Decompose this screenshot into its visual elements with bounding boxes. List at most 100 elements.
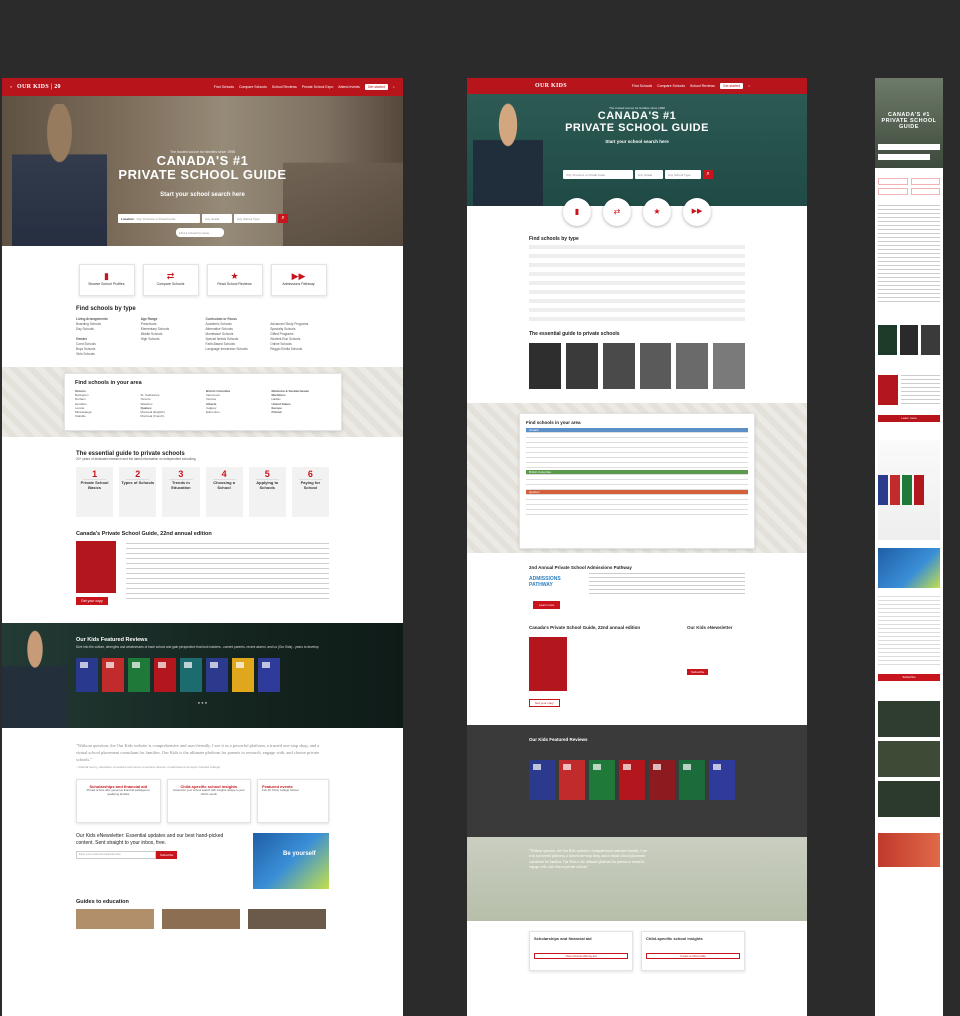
guide-step-tile[interactable] xyxy=(529,343,561,389)
guide-step-tile[interactable] xyxy=(878,325,897,355)
location-input[interactable]: City, Province or Postal Code xyxy=(563,170,633,179)
guide-step-card[interactable]: 4 Choosing a School xyxy=(205,467,243,517)
nav-link-reviews[interactable]: School Reviews xyxy=(690,84,715,88)
type-link[interactable]: High Schools xyxy=(141,337,160,341)
type-link[interactable]: Online Schools xyxy=(270,342,291,346)
get-started-button[interactable]: Get started xyxy=(719,83,744,89)
find-by-name-input[interactable]: Find a school by name xyxy=(176,228,224,237)
mobile-search-box[interactable] xyxy=(878,154,930,160)
get-started-button[interactable]: Get started xyxy=(364,84,389,90)
school-type-select[interactable]: Any School Type xyxy=(234,214,276,223)
mobile-learn-more-button[interactable]: Learn more xyxy=(878,415,940,422)
review-book[interactable] xyxy=(529,760,555,800)
search-icon[interactable]: ⌕ xyxy=(393,85,395,89)
type-link[interactable]: Alternative Schools xyxy=(206,327,233,331)
subscribe-button[interactable]: Subscribe xyxy=(687,669,709,675)
school-type-select[interactable]: Any School Type xyxy=(665,170,701,179)
nav-link-events[interactable]: Attend events xyxy=(338,85,359,89)
type-link[interactable]: Elementary Schools xyxy=(141,327,169,331)
review-book[interactable] xyxy=(890,475,900,505)
review-book[interactable] xyxy=(679,760,705,800)
child-profile-button[interactable]: Create a child profile xyxy=(646,953,740,959)
type-link[interactable]: Girls Schools xyxy=(76,352,95,356)
review-book[interactable] xyxy=(102,657,124,692)
quick-link-circle[interactable]: ▶▶ xyxy=(683,198,711,226)
review-book[interactable] xyxy=(559,760,585,800)
nav-link-compare[interactable]: Compare Schools xyxy=(239,85,267,89)
type-link[interactable]: Gifted Programs xyxy=(270,332,293,336)
review-book[interactable] xyxy=(878,475,888,505)
guide-step-card[interactable]: 2 Types of Schools xyxy=(119,467,157,517)
quick-link-chip[interactable] xyxy=(910,188,940,195)
type-link[interactable]: Language Immersion Schools xyxy=(206,347,248,351)
type-link[interactable]: Montessori Schools xyxy=(206,332,234,336)
get-copy-button[interactable]: Get your copy xyxy=(76,597,108,605)
guide-step-tile[interactable] xyxy=(676,343,709,389)
reviews-carousel[interactable] xyxy=(76,657,403,697)
type-link[interactable]: Coed Schools xyxy=(76,342,96,346)
browse-profiles-card[interactable]: ▮ Browse School Profiles xyxy=(78,264,135,296)
newsletter-email-input[interactable]: Enter your email and subscribe here xyxy=(76,851,156,859)
type-link[interactable]: Faith-Based Schools xyxy=(206,342,235,346)
compare-schools-card[interactable]: ⇄ Compare Schools xyxy=(142,264,199,296)
guide-step-tile[interactable] xyxy=(899,325,919,355)
nav-link-expo[interactable]: Private School Expo xyxy=(302,85,334,89)
child-insights-card[interactable]: Child-specific school insights Create a c… xyxy=(641,931,745,971)
area-link[interactable]: Poland xyxy=(272,410,282,414)
menu-icon[interactable]: ≡ xyxy=(10,85,12,89)
type-link[interactable]: Middle Schools xyxy=(141,332,163,336)
info-card[interactable] xyxy=(878,781,940,817)
grade-select[interactable]: Any Grade xyxy=(202,214,232,223)
mobile-subscribe-button[interactable]: Subscribe xyxy=(878,674,940,681)
review-book[interactable] xyxy=(258,657,280,692)
guide-thumb[interactable] xyxy=(248,909,326,929)
quick-link-chip[interactable] xyxy=(878,178,908,185)
scholarships-card[interactable]: Scholarships and financial aid Private sc… xyxy=(76,779,161,823)
area-link[interactable]: Montreal (French) xyxy=(141,414,165,418)
review-book[interactable] xyxy=(128,657,150,692)
scholarships-card[interactable]: Scholarships and financial aid View schoo… xyxy=(529,931,633,971)
child-insights-card[interactable]: Child-specific school insights Customize … xyxy=(166,779,251,823)
review-book[interactable] xyxy=(206,657,228,692)
quick-link-chip[interactable] xyxy=(878,188,908,195)
nav-link-compare[interactable]: Compare Schools xyxy=(657,84,685,88)
site-logo[interactable]: OUR KIDS | 20 xyxy=(17,84,61,90)
review-book[interactable] xyxy=(619,760,645,800)
guide-step-card[interactable]: 6 Paying for School xyxy=(291,467,329,517)
info-card[interactable] xyxy=(878,701,940,737)
type-link[interactable]: Reggio Emilia Schools xyxy=(270,347,302,351)
subscribe-button[interactable]: Subscribe xyxy=(156,851,178,859)
review-book[interactable] xyxy=(154,657,176,692)
guide-step-tile[interactable] xyxy=(713,343,745,389)
view-schools-button[interactable]: View schools offering aid xyxy=(534,953,628,959)
quick-link-circle[interactable]: ▮ xyxy=(563,198,591,226)
type-link[interactable]: Boarding Schools xyxy=(76,322,101,326)
featured-events-card[interactable]: Featured events Feb 26 Trinity College Sc… xyxy=(257,779,329,823)
guide-step-card[interactable]: 5 Applying to Schools xyxy=(248,467,286,517)
search-icon[interactable]: ⌕ xyxy=(748,84,750,88)
type-link[interactable]: Special Needs Schools xyxy=(206,337,239,341)
nav-link-find[interactable]: Find Schools xyxy=(632,84,652,88)
guide-step-tile[interactable] xyxy=(565,343,598,389)
type-link[interactable]: Specialty Schools xyxy=(270,327,295,331)
review-book[interactable] xyxy=(709,760,735,800)
area-link[interactable]: Edmonton xyxy=(206,410,220,414)
type-link[interactable]: Boys Schools xyxy=(76,347,95,351)
get-copy-button[interactable]: Get your copy xyxy=(529,699,560,707)
review-book[interactable] xyxy=(649,760,675,800)
guide-step-card[interactable]: 1 Private School Basics xyxy=(76,467,114,517)
search-submit-button[interactable]: ⌕ xyxy=(703,170,713,179)
type-link[interactable]: Preschools xyxy=(141,322,157,326)
guide-step-card[interactable]: 3 Trends in Education xyxy=(162,467,200,517)
admissions-pathway-card[interactable]: ▶▶ Admissions Pathway xyxy=(270,264,327,296)
type-link[interactable]: Advanced Study Programs xyxy=(270,322,308,326)
review-book[interactable] xyxy=(902,475,912,505)
type-link[interactable]: Student-Run Schools xyxy=(270,337,300,341)
reviews-carousel[interactable] xyxy=(529,760,807,805)
read-reviews-card[interactable]: ★ Read School Reviews xyxy=(206,264,263,296)
area-link[interactable]: Oakville xyxy=(75,414,86,418)
location-input[interactable]: Location: City, Province or Postal Code xyxy=(118,214,200,223)
guide-thumb[interactable] xyxy=(76,909,154,929)
type-link[interactable]: Academic Schools xyxy=(206,322,232,326)
pathway-learn-more-button[interactable]: Learn more xyxy=(533,601,561,609)
